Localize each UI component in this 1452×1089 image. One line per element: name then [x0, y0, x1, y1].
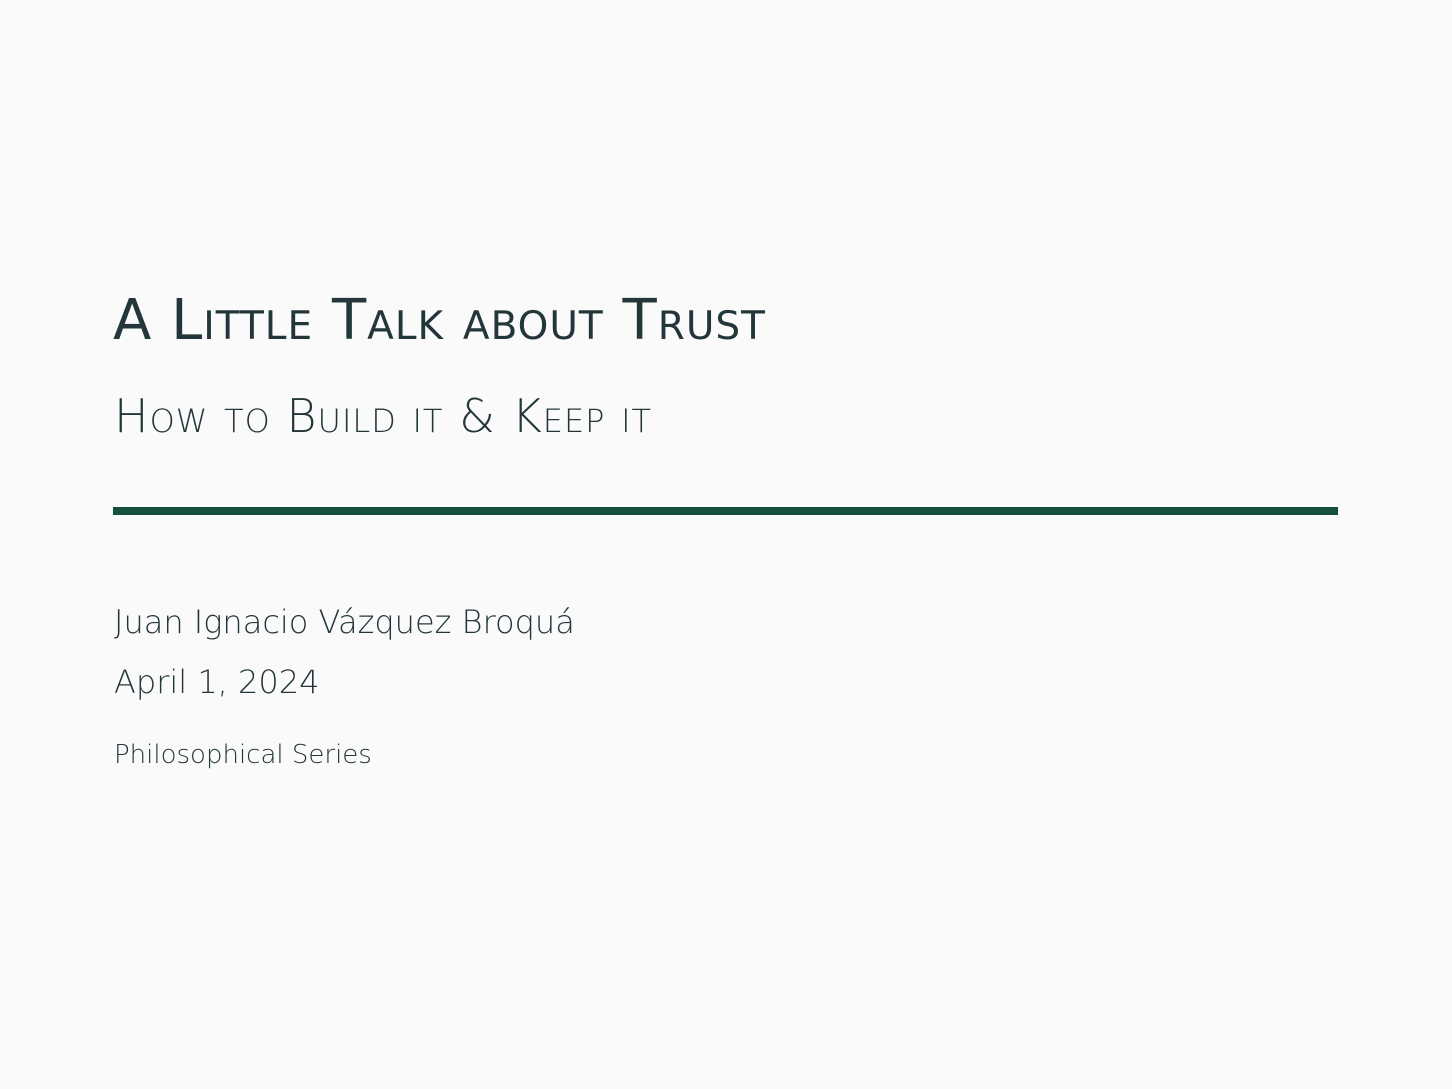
author-name: Juan Ignacio Vázquez Broquá [114, 603, 575, 641]
title-divider [113, 507, 1338, 515]
series-label: Philosophical Series [114, 740, 372, 770]
presentation-date: April 1, 2024 [114, 663, 320, 701]
presentation-subtitle: How to Build it & Keep it [114, 389, 653, 443]
title-slide: A Little Talk about Trust How to Build i… [0, 0, 1452, 1089]
presentation-title: A Little Talk about Trust [113, 288, 766, 353]
